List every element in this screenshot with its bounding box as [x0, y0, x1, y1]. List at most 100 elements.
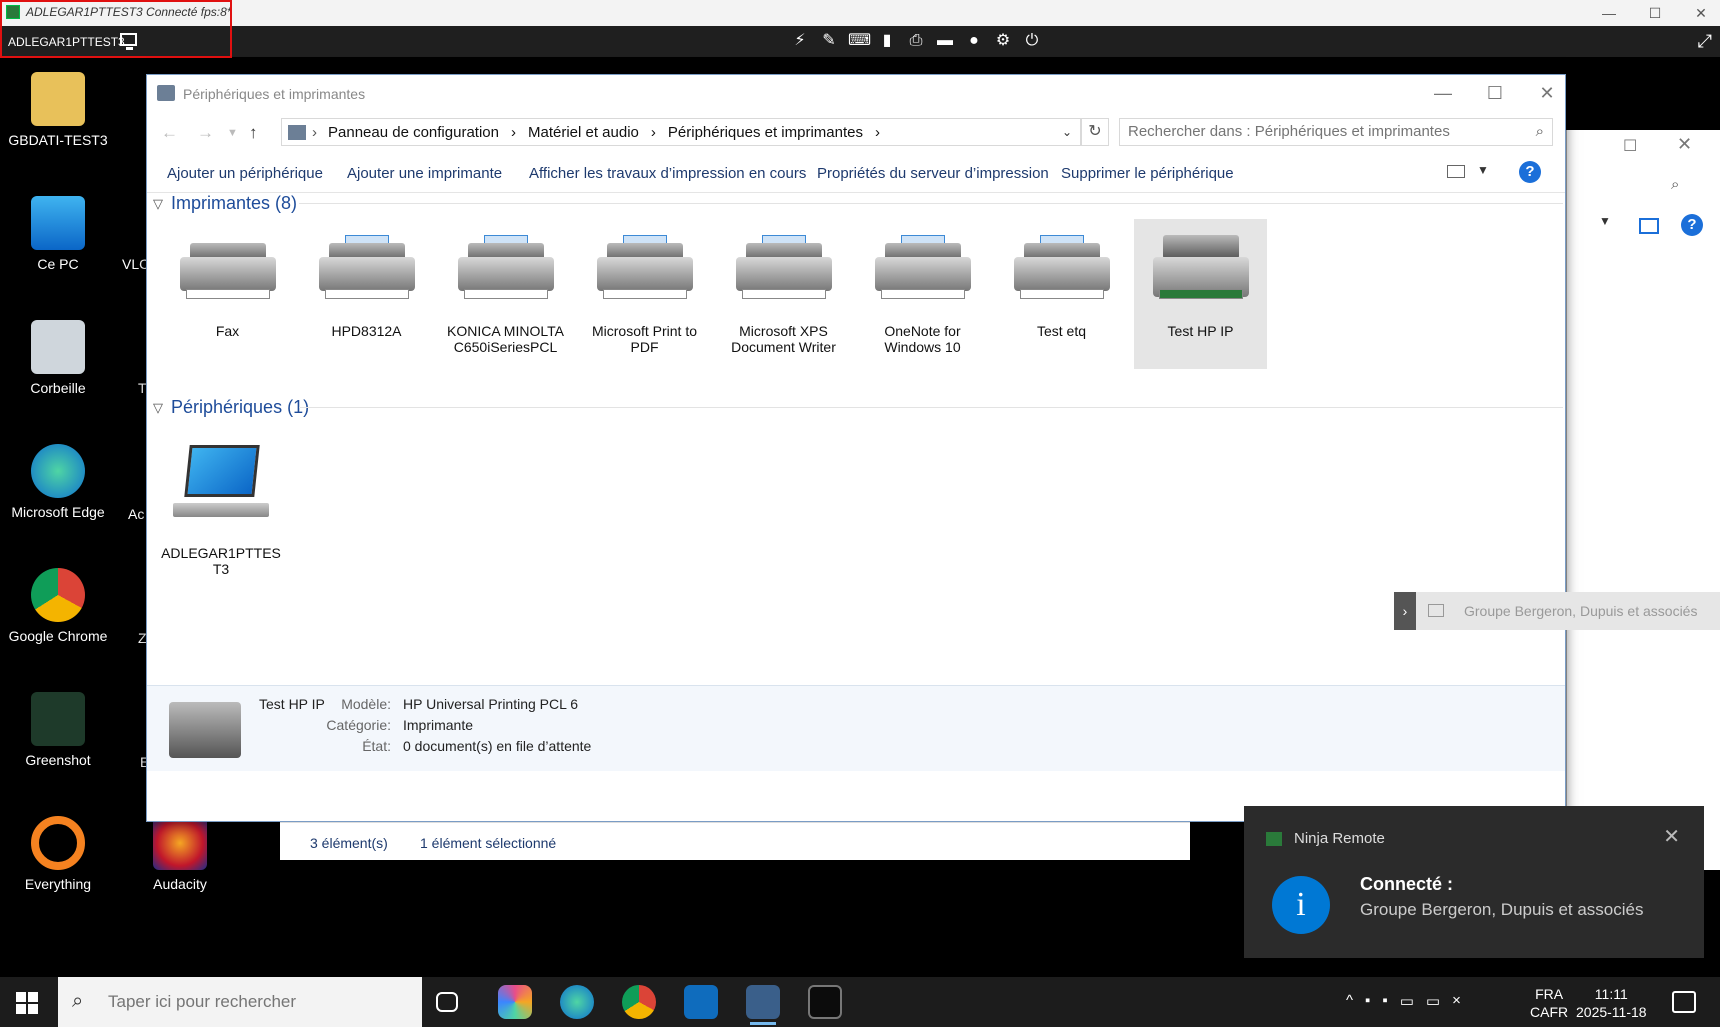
recent-chevron-icon[interactable]: ▼: [227, 127, 238, 139]
search-icon: ⌕: [72, 990, 84, 1012]
desktop-icon-edge[interactable]: Microsoft Edge: [0, 444, 116, 520]
desktop-icon-everything[interactable]: Everything: [0, 816, 116, 892]
maximize-button[interactable]: ☐: [1469, 75, 1521, 111]
breadcrumb-item[interactable]: Panneau de configuration: [328, 124, 499, 141]
network-icon[interactable]: ▭: [1426, 992, 1440, 1010]
close-button[interactable]: ✕: [1521, 75, 1573, 111]
input-language[interactable]: FRA CAFR: [1530, 985, 1568, 1021]
notification-center-icon[interactable]: [1672, 991, 1696, 1013]
desktop-icon-label: Corbeille: [30, 380, 86, 396]
chevron-right-icon[interactable]: ›: [1394, 592, 1416, 630]
device-item-adlegar1pttest3[interactable]: ADLEGAR1PTTES T3: [161, 431, 281, 577]
ninja-side-flyout[interactable]: › Groupe Bergeron, Dupuis et associés: [1394, 592, 1720, 630]
taskbar: ⌕ ^ ▪ ▪ ▭ ▭ × FRA CAFR 11:11 2025-11-18: [0, 977, 1720, 1027]
clock[interactable]: 11:11 2025-11-18: [1576, 985, 1647, 1021]
tray-app-icon[interactable]: ▪: [1382, 992, 1387, 1010]
chrome-icon[interactable]: [622, 985, 656, 1019]
printer-item-test-hp-ip[interactable]: Test HP IP: [1134, 219, 1267, 369]
task-view-icon[interactable]: [436, 992, 458, 1012]
printer-item-fax[interactable]: Fax: [161, 219, 294, 369]
forward-icon[interactable]: →: [197, 123, 214, 143]
printer-item-ms-xps[interactable]: Microsoft XPS Document Writer: [717, 219, 850, 369]
notification-toast[interactable]: Ninja Remote ✕ i Connecté : Groupe Berge…: [1244, 806, 1704, 958]
control-panel-icon[interactable]: [746, 985, 780, 1025]
refresh-icon[interactable]: ↻: [1081, 118, 1109, 146]
collapse-chevron-icon[interactable]: ▽: [153, 400, 163, 416]
monitor-icon[interactable]: [120, 33, 137, 50]
desktop-icon-gbdati[interactable]: GBDATI-TEST3: [0, 72, 116, 148]
chevron-up-icon[interactable]: ^: [1346, 992, 1353, 1010]
greenshot-icon: [31, 692, 85, 746]
desktop-icon-greenshot[interactable]: Greenshot: [0, 692, 116, 768]
taskbar-search-input[interactable]: [108, 992, 348, 1012]
close-icon[interactable]: ✕: [1663, 824, 1680, 849]
viewer-minimize-button[interactable]: —: [1586, 0, 1632, 26]
power-icon[interactable]: ⏻: [1022, 30, 1042, 52]
back-icon[interactable]: ←: [161, 123, 178, 143]
group-divider: [299, 203, 1563, 204]
viewer-close-button[interactable]: ✕: [1678, 0, 1720, 26]
details-model: HP Universal Printing PCL 6: [403, 696, 579, 712]
tray-app-icon[interactable]: ▪: [1365, 992, 1370, 1010]
address-bar[interactable]: › Panneau de configuration › Matériel et…: [281, 118, 1081, 146]
terminal-icon[interactable]: [808, 985, 842, 1019]
collapse-chevron-icon[interactable]: ▽: [153, 196, 163, 212]
printer-icon[interactable]: ⎙: [906, 30, 926, 52]
desktop-icon-audacity[interactable]: Audacity: [122, 816, 238, 892]
search-icon[interactable]: ⌕: [1671, 176, 1679, 193]
search-icon[interactable]: ⌕: [1536, 123, 1544, 140]
print-server-properties-button[interactable]: Propriétés du serveur d’impression: [817, 165, 1049, 182]
address-dropdown-icon[interactable]: ⌄: [1062, 125, 1072, 139]
minimize-button[interactable]: —: [1417, 75, 1469, 111]
view-options-icon[interactable]: [1447, 165, 1465, 178]
see-print-jobs-button[interactable]: Afficher les travaux d’impression en cou…: [529, 165, 806, 182]
remove-device-button[interactable]: Supprimer le périphérique: [1061, 165, 1234, 182]
copilot-icon[interactable]: [498, 985, 532, 1019]
control-panel-icon: [288, 125, 306, 140]
volume-muted-icon[interactable]: ×: [1452, 992, 1461, 1010]
breadcrumb-item[interactable]: Périphériques et imprimantes: [668, 124, 863, 141]
taskbar-search[interactable]: ⌕: [58, 977, 422, 1027]
up-icon[interactable]: ↑: [249, 123, 258, 143]
add-printer-button[interactable]: Ajouter une imprimante: [347, 165, 502, 182]
chat-icon[interactable]: ●: [964, 30, 984, 52]
folder-icon[interactable]: ▬: [935, 30, 955, 52]
outlook-icon[interactable]: [684, 985, 718, 1019]
desktop-icon-chrome[interactable]: Google Chrome: [0, 568, 116, 644]
help-button[interactable]: ?: [1519, 161, 1541, 183]
printer-item-konica[interactable]: KONICA MINOLTA C650iSeriesPCL: [439, 219, 572, 369]
desktop-icon-ce-pc[interactable]: Ce PC: [0, 196, 116, 272]
search-input[interactable]: [1128, 123, 1508, 140]
laptop-icon: [169, 441, 273, 531]
printers-group-header[interactable]: ▽ Imprimantes (8): [153, 193, 297, 214]
flash-icon[interactable]: ⚡: [790, 30, 810, 52]
edit-icon[interactable]: ✎: [819, 30, 839, 52]
info-icon: i: [1272, 876, 1330, 934]
help-icon[interactable]: ?: [1681, 214, 1703, 236]
desktop-icon-label: Ce PC: [37, 256, 79, 272]
maximize-icon[interactable]: ☐: [1623, 136, 1637, 156]
printer-item-ms-pdf[interactable]: Microsoft Print to PDF: [578, 219, 711, 369]
add-device-button[interactable]: Ajouter un périphérique: [167, 165, 323, 182]
background-window[interactable]: ☐ ✕ ⌕ ▼ ?: [1566, 130, 1720, 870]
battery-icon[interactable]: ▭: [1400, 992, 1414, 1010]
devices-group-header[interactable]: ▽ Périphériques (1): [153, 397, 309, 418]
printer-item-onenote[interactable]: OneNote for Windows 10: [856, 219, 989, 369]
printer-item-hpd8312a[interactable]: HPD8312A: [300, 219, 433, 369]
chevron-down-icon[interactable]: ▼: [1599, 214, 1611, 228]
search-box[interactable]: ⌕: [1119, 118, 1553, 146]
gear-icon[interactable]: ⚙: [993, 30, 1013, 52]
windows-start-icon[interactable]: [16, 992, 38, 1014]
pane-icon[interactable]: [1639, 218, 1659, 234]
chevron-down-icon[interactable]: ▼: [1477, 163, 1489, 177]
address-row: ← → ▼ ↑ › Panneau de configuration › Mat…: [147, 113, 1565, 153]
keyboard-icon[interactable]: ⌨: [848, 30, 871, 52]
clipboard-icon[interactable]: ▮: [877, 30, 897, 52]
printer-item-test-etq[interactable]: Test etq: [995, 219, 1128, 369]
close-icon[interactable]: ✕: [1677, 134, 1692, 155]
desktop-icon-corbeille[interactable]: Corbeille: [0, 320, 116, 396]
breadcrumb-item[interactable]: Matériel et audio: [528, 124, 639, 141]
viewer-maximize-button[interactable]: ☐: [1632, 0, 1678, 26]
edge-icon[interactable]: [560, 985, 594, 1019]
fullscreen-icon[interactable]: ⤢: [1698, 31, 1712, 52]
